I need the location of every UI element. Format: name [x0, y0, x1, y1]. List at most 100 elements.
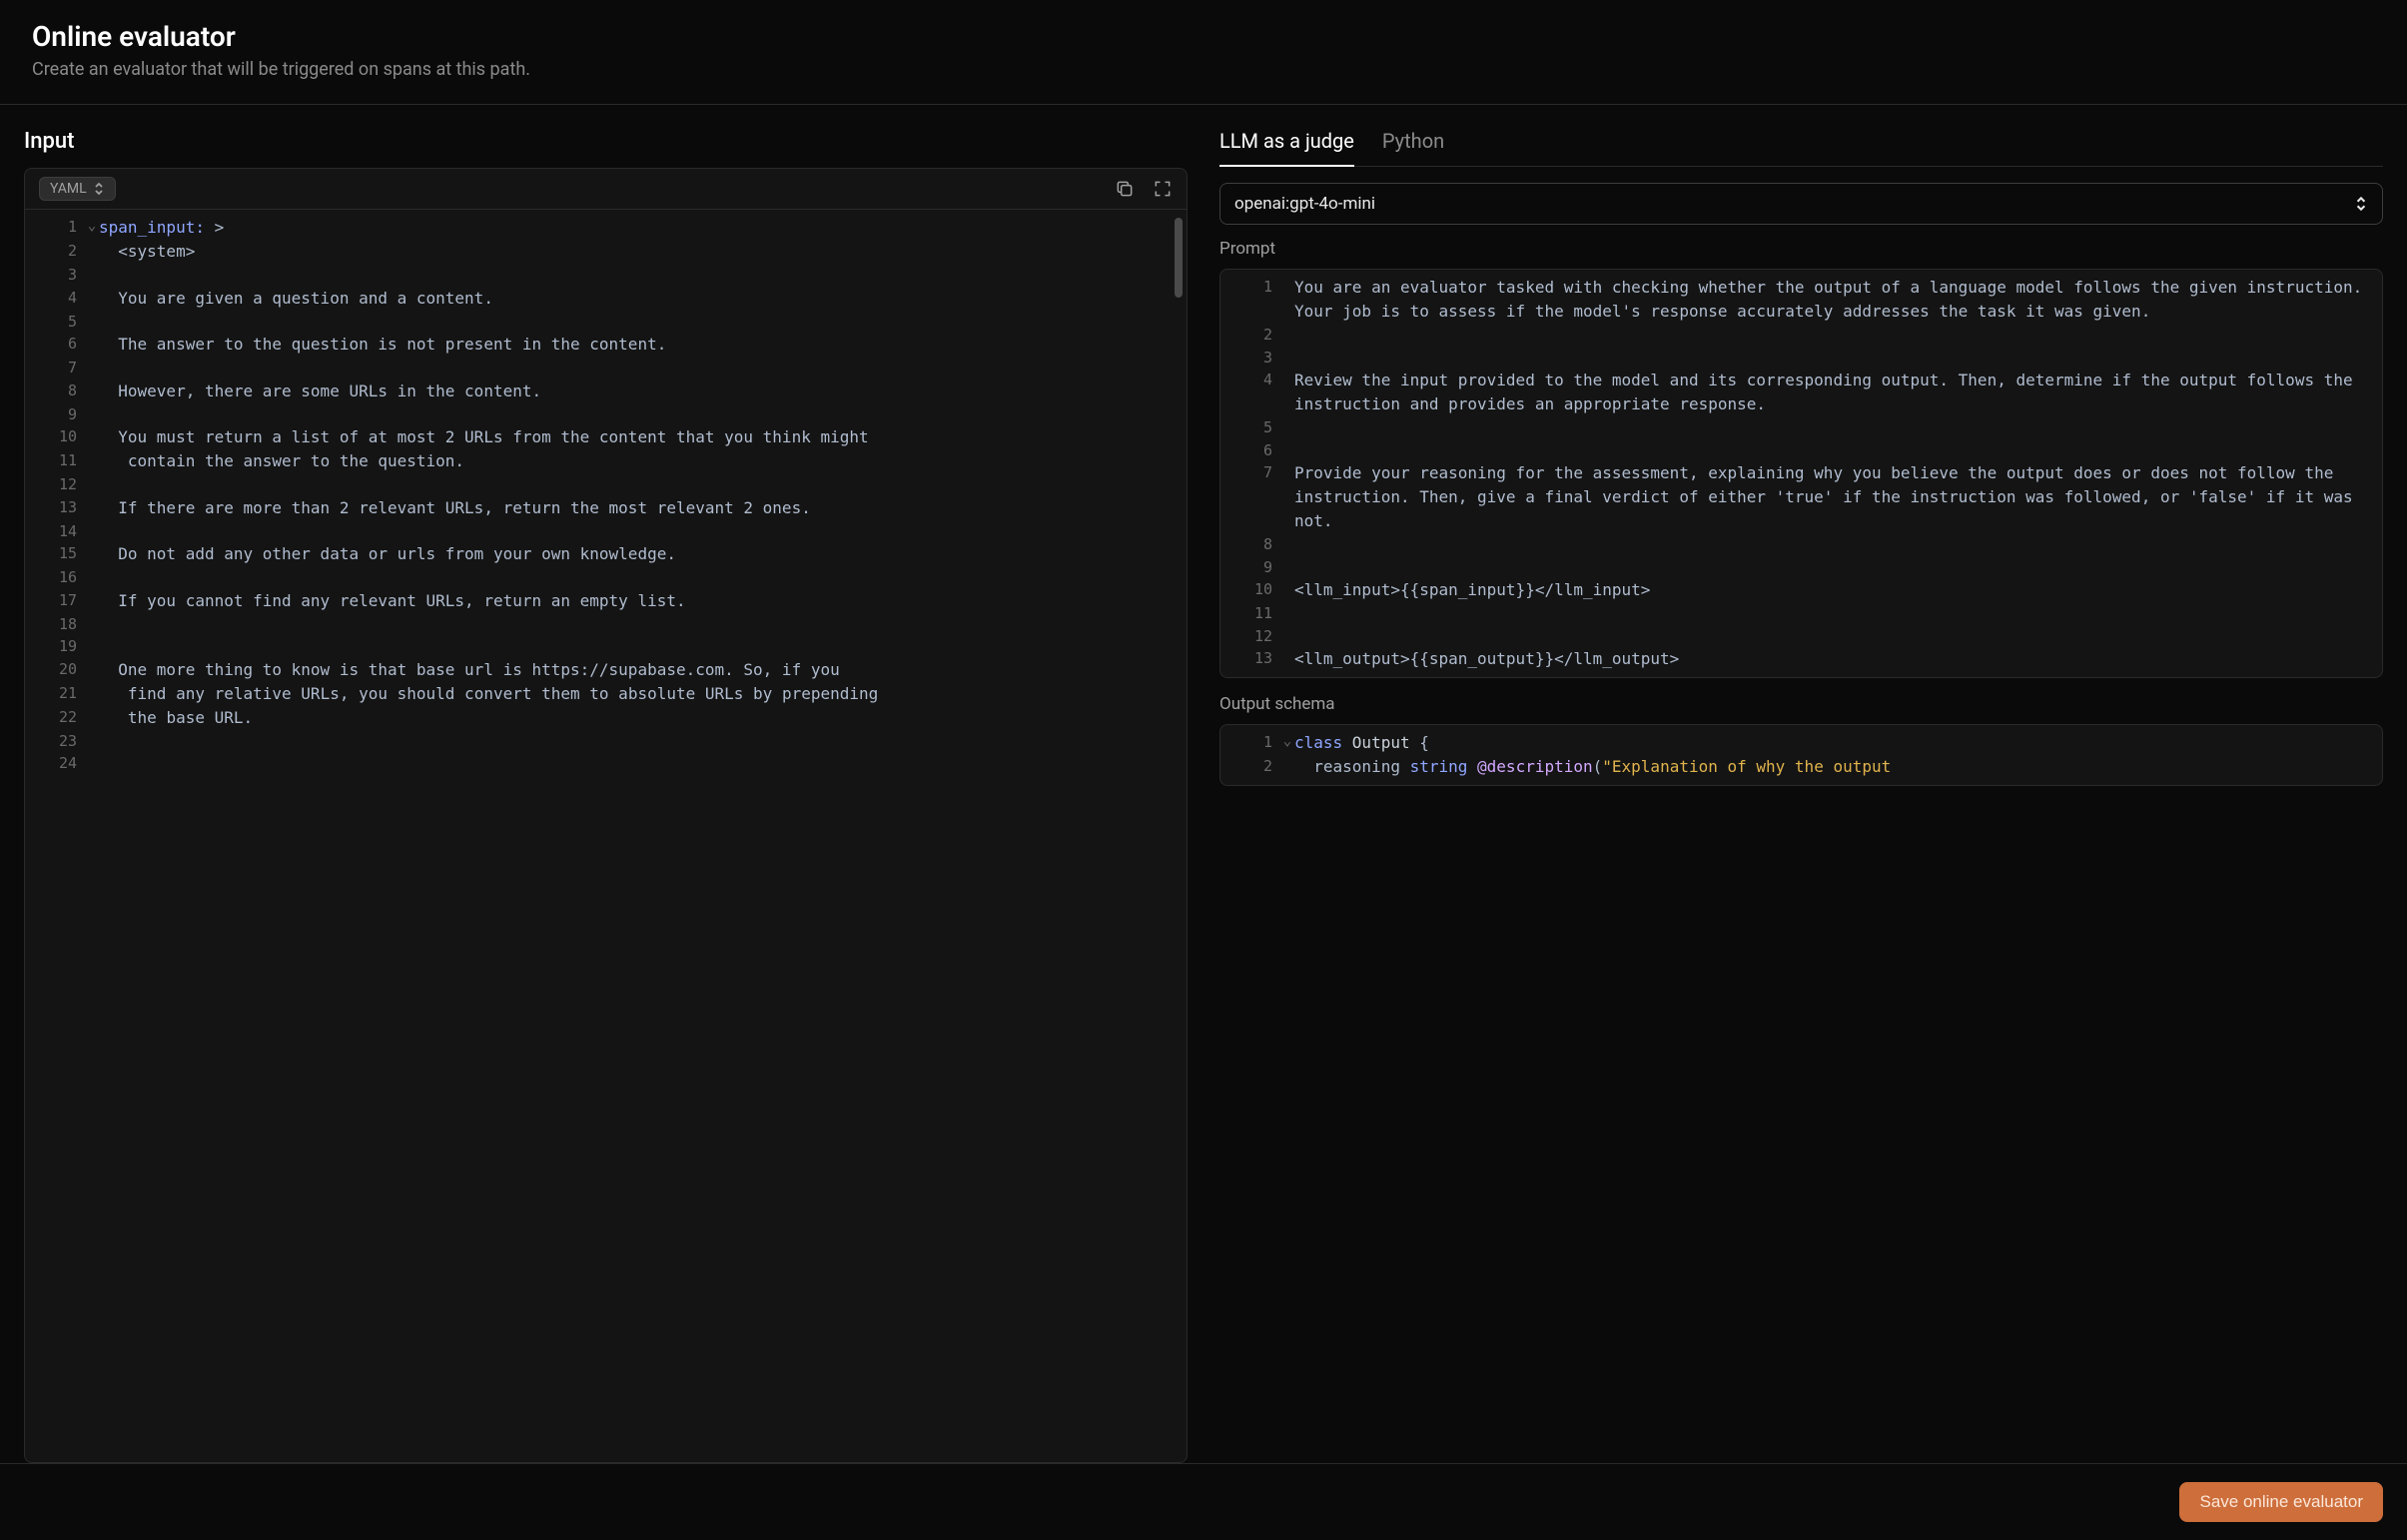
code-line: 8 — [1220, 533, 2382, 556]
code-line: 5 — [25, 311, 1187, 334]
line-number: 4 — [25, 287, 85, 310]
line-number: 10 — [1220, 578, 1280, 601]
fold-gutter[interactable]: ⌄ — [85, 216, 99, 237]
code-line: 12 — [1220, 625, 2382, 648]
line-number: 6 — [25, 333, 85, 356]
code-line: 16 — [25, 566, 1187, 589]
code-line: 19 — [25, 635, 1187, 658]
page-title: Online evaluator — [32, 20, 2375, 53]
line-number: 19 — [25, 635, 85, 658]
code-text: If there are more than 2 relevant URLs, … — [99, 496, 1171, 520]
line-number: 7 — [1220, 461, 1280, 484]
code-line: 23 — [25, 730, 1187, 753]
line-number: 15 — [25, 542, 85, 565]
line-number: 2 — [1220, 755, 1280, 778]
line-number: 11 — [25, 449, 85, 472]
fold-gutter[interactable]: ⌄ — [1280, 731, 1294, 752]
line-number: 5 — [1220, 416, 1280, 439]
model-select-value: openai:gpt-4o-mini — [1234, 194, 1375, 214]
language-badge-label: YAML — [50, 181, 87, 197]
chevron-up-down-icon — [2354, 196, 2368, 212]
code-line: 3 — [25, 264, 1187, 287]
tab-llm-judge[interactable]: LLM as a judge — [1219, 129, 1354, 167]
copy-icon — [1115, 179, 1135, 199]
line-number: 22 — [25, 706, 85, 729]
prompt-editor[interactable]: 1You are an evaluator tasked with checki… — [1219, 269, 2383, 678]
line-number: 5 — [25, 311, 85, 334]
scrollbar-thumb[interactable] — [1175, 218, 1183, 298]
schema-label: Output schema — [1219, 694, 2383, 714]
code-line: 2 <system> — [25, 240, 1187, 264]
tab-python[interactable]: Python — [1382, 129, 1444, 167]
code-line: 2 reasoning string @description("Explana… — [1220, 755, 2382, 779]
line-number: 17 — [25, 589, 85, 612]
line-number: 1 — [25, 216, 85, 239]
judge-column: LLM as a judge Python openai:gpt-4o-mini… — [1211, 105, 2407, 1463]
code-line: 7Provide your reasoning for the assessme… — [1220, 461, 2382, 533]
code-line: 9 — [25, 403, 1187, 426]
code-text: Do not add any other data or urls from y… — [99, 542, 1171, 566]
line-number: 13 — [1220, 647, 1280, 670]
code-line: 9 — [1220, 556, 2382, 579]
code-line: 5 — [1220, 416, 2382, 439]
code-text: class Output { — [1294, 731, 2366, 755]
language-badge[interactable]: YAML — [39, 177, 116, 201]
code-line: 24 — [25, 752, 1187, 775]
code-text: reasoning string @description("Explanati… — [1294, 755, 2366, 779]
judge-tabs: LLM as a judge Python — [1219, 129, 2383, 167]
main-body: Input YAML 1⌄span_input: >2 <system>34 Y — [0, 105, 2407, 1463]
code-line: 1⌄span_input: > — [25, 216, 1187, 240]
code-line: 6 The answer to the question is not pres… — [25, 333, 1187, 357]
expand-button[interactable] — [1153, 179, 1173, 199]
line-number: 6 — [1220, 439, 1280, 462]
copy-button[interactable] — [1115, 179, 1135, 199]
page-header: Online evaluator Create an evaluator tha… — [0, 0, 2407, 105]
line-number: 4 — [1220, 369, 1280, 391]
code-line: 4 Review the input provided to the model … — [1220, 369, 2382, 416]
code-line: 4 You are given a question and a content… — [25, 287, 1187, 311]
code-line: 13 <llm_output>{{span_output}}</llm_outpu… — [1220, 647, 2382, 671]
line-number: 20 — [25, 658, 85, 681]
code-text: span_input: > — [99, 216, 1171, 240]
input-editor[interactable]: 1⌄span_input: >2 <system>34 You are give… — [24, 209, 1188, 1463]
code-text: contain the answer to the question. — [99, 449, 1171, 473]
code-line: 18 — [25, 613, 1187, 636]
line-number: 7 — [25, 357, 85, 380]
code-text: Review the input provided to the model a… — [1294, 369, 2366, 416]
code-text: <llm_output>{{span_output}}</llm_output> — [1294, 647, 2366, 671]
line-number: 23 — [25, 730, 85, 753]
line-number: 9 — [1220, 556, 1280, 579]
line-number: 2 — [25, 240, 85, 263]
line-number: 8 — [1220, 533, 1280, 556]
code-text: However, there are some URLs in the cont… — [99, 380, 1171, 403]
line-number: 16 — [25, 566, 85, 589]
line-number: 1 — [1220, 731, 1280, 754]
code-line: 13 If there are more than 2 relevant URL… — [25, 496, 1187, 520]
line-number: 10 — [25, 425, 85, 448]
line-number: 18 — [25, 613, 85, 636]
input-column: Input YAML 1⌄span_input: >2 <system>34 Y — [0, 105, 1211, 1463]
save-online-evaluator-button[interactable]: Save online evaluator — [2179, 1482, 2383, 1522]
code-line: 15 Do not add any other data or urls fro… — [25, 542, 1187, 566]
code-text: the base URL. — [99, 706, 1171, 730]
input-editor-toolbar: YAML — [24, 168, 1188, 209]
line-number: 12 — [25, 473, 85, 496]
line-number: 11 — [1220, 602, 1280, 625]
prompt-label: Prompt — [1219, 239, 2383, 259]
line-number: 8 — [25, 380, 85, 402]
code-line: 1⌄class Output { — [1220, 731, 2382, 755]
code-text: <llm_input>{{span_input}}</llm_input> — [1294, 578, 2366, 602]
line-number: 1 — [1220, 276, 1280, 299]
code-line: 17 If you cannot find any relevant URLs,… — [25, 589, 1187, 613]
code-line: 22 the base URL. — [25, 706, 1187, 730]
code-line: 2 — [1220, 324, 2382, 347]
line-number: 14 — [25, 520, 85, 543]
code-text: If you cannot find any relevant URLs, re… — [99, 589, 1171, 613]
schema-editor[interactable]: 1⌄class Output {2 reasoning string @desc… — [1219, 724, 2383, 786]
code-line: 12 — [25, 473, 1187, 496]
code-line: 11 — [1220, 602, 2382, 625]
code-line: 3 — [1220, 347, 2382, 370]
code-text: You must return a list of at most 2 URLs… — [99, 425, 1171, 449]
chevron-up-down-icon — [93, 182, 105, 196]
model-select[interactable]: openai:gpt-4o-mini — [1219, 183, 2383, 225]
